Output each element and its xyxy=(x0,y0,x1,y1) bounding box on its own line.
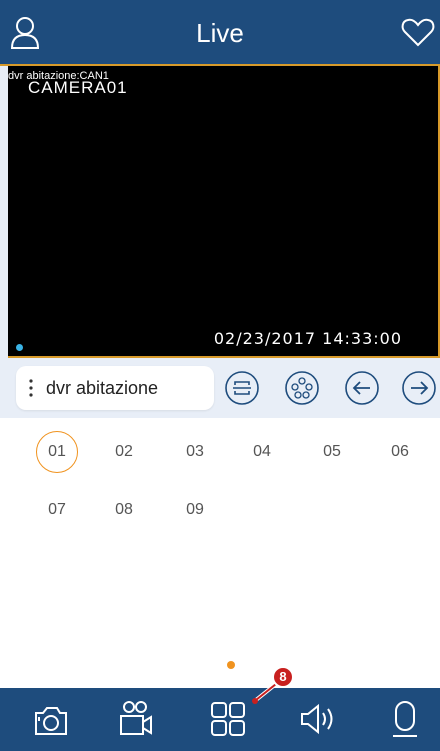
bottom-toolbar xyxy=(0,688,440,751)
device-selector[interactable]: dvr abitazione xyxy=(16,366,214,410)
top-bar: Live xyxy=(0,0,440,66)
channel-05[interactable]: 05 xyxy=(311,431,353,473)
channel-09[interactable]: 09 xyxy=(174,489,216,531)
page-indicator-dot xyxy=(227,661,235,669)
microphone-icon[interactable] xyxy=(385,698,425,740)
callout-badge: 8 xyxy=(272,666,294,688)
layout-grid-icon[interactable] xyxy=(208,698,248,740)
channel-03[interactable]: 03 xyxy=(174,431,216,473)
channel-04[interactable]: 04 xyxy=(241,431,283,473)
control-row: dvr abitazione xyxy=(0,358,440,418)
live-video-view[interactable]: dvr abitazione:CAN1 CAMERA01 02/23/2017 … xyxy=(8,66,440,358)
capture-frame-icon[interactable] xyxy=(224,370,260,406)
arrow-right-icon[interactable] xyxy=(401,370,437,406)
page-title: Live xyxy=(196,18,244,48)
camera-name: CAMERA01 xyxy=(28,78,128,97)
device-name: dvr abitazione xyxy=(46,378,159,398)
film-reel-icon[interactable] xyxy=(284,370,320,406)
heart-icon[interactable] xyxy=(400,14,436,50)
speaker-icon[interactable] xyxy=(298,698,338,740)
video-timestamp: 02/23/2017 14:33:00 xyxy=(213,329,402,348)
snapshot-icon[interactable] xyxy=(31,698,71,740)
record-video-icon[interactable] xyxy=(116,698,156,740)
arrow-left-icon[interactable] xyxy=(344,370,380,406)
channel-08[interactable]: 08 xyxy=(103,489,145,531)
channel-07[interactable]: 07 xyxy=(36,489,78,531)
channel-02[interactable]: 02 xyxy=(103,431,145,473)
channel-06[interactable]: 06 xyxy=(379,431,421,473)
channel-01[interactable]: 01 xyxy=(36,431,78,473)
more-vertical-icon xyxy=(29,379,33,397)
status-dot xyxy=(16,344,23,351)
